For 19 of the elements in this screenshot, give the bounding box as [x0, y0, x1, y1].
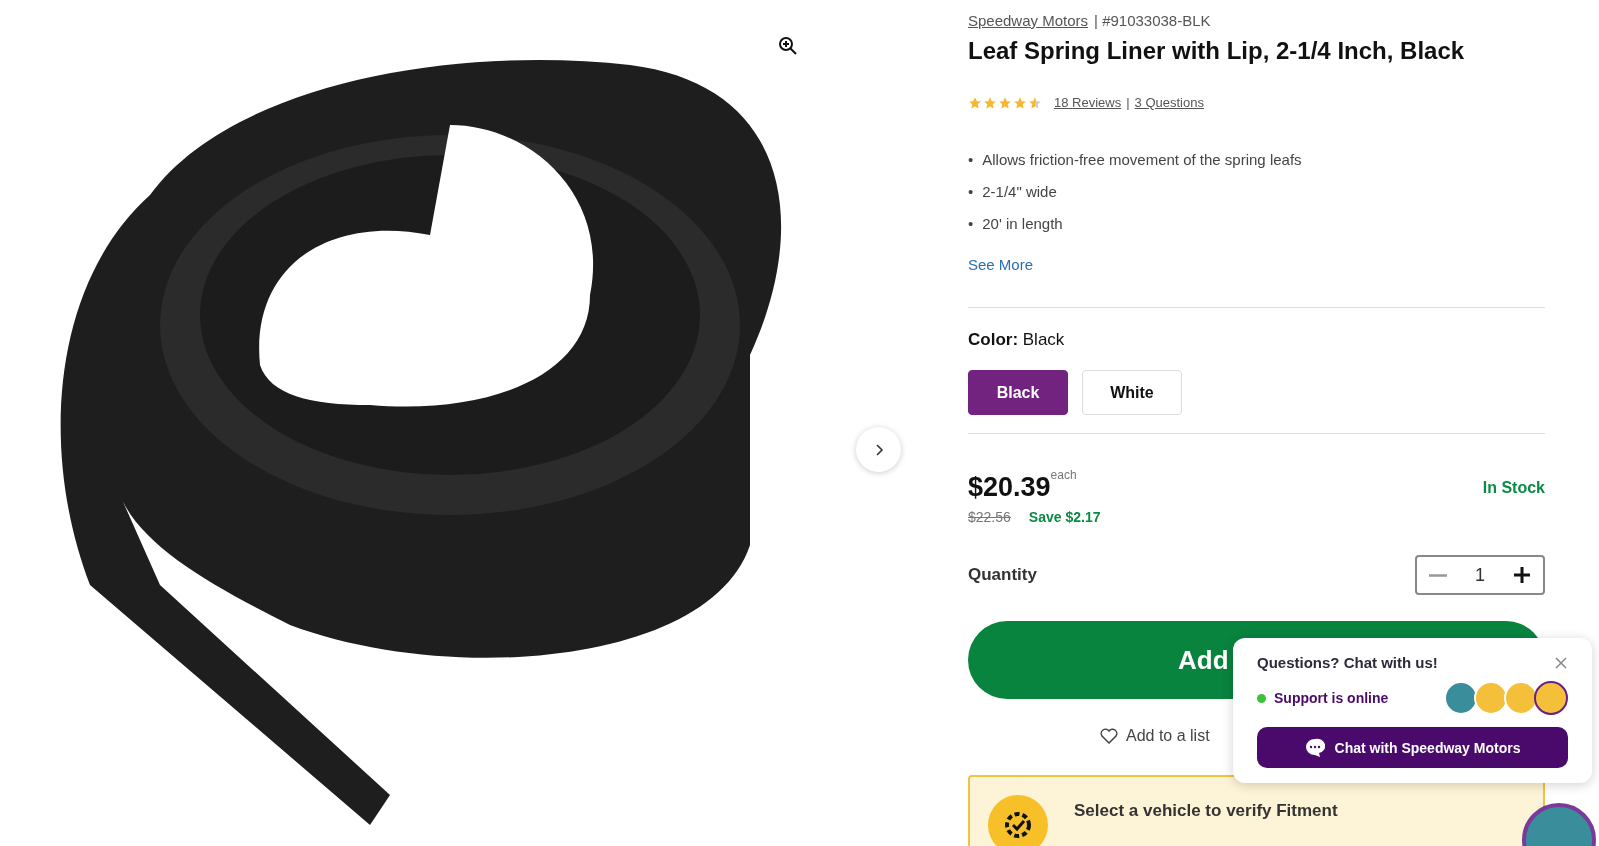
quantity-label: Quantity [968, 565, 1037, 585]
chat-title: Questions? Chat with us! [1257, 654, 1438, 671]
feature-bullet: 2-1/4" wide [982, 182, 1057, 202]
sku-text: | #91033038-BLK [1094, 12, 1211, 29]
feature-bullet: 20' in length [982, 214, 1063, 234]
savings-text: Save $2.17 [1028, 509, 1101, 525]
original-price: $22.56 [968, 509, 1011, 525]
color-label: Color: Black [968, 330, 1066, 350]
product-title: Leaf Spring Liner with Lip, 2-1/4 Inch, Black [968, 37, 1466, 65]
support-status: Support is online [1274, 690, 1389, 706]
feature-bullet: Allows friction-free movement of the spring leafs [982, 150, 1302, 170]
fitment-title: Select a vehicle to verify Fitment [1074, 801, 1338, 822]
bullet-marker: • [968, 214, 974, 234]
quantity-value: 1 [1475, 564, 1485, 586]
bullet-marker: • [968, 150, 974, 170]
bullet-marker: • [968, 182, 974, 202]
separator-text: | [1126, 95, 1130, 110]
stock-status: In Stock [1482, 478, 1545, 497]
current-price: $20.39$^{each}$ [968, 472, 1077, 503]
